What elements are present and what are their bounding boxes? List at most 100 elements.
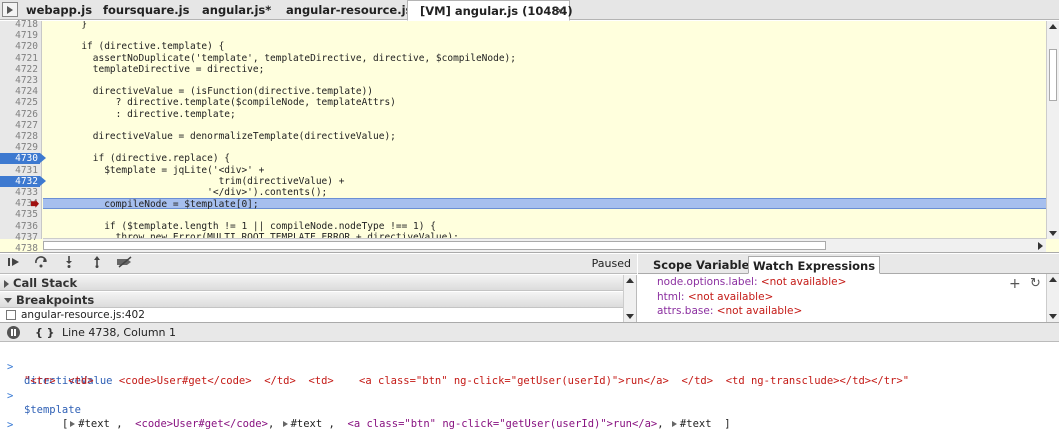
code-line: templateDirective = directive; <box>47 63 265 75</box>
code-line: assertNoDuplicate('template', templateDi… <box>47 52 516 64</box>
line-number[interactable]: 4720 <box>0 41 38 52</box>
line-number[interactable]: 4728 <box>0 131 38 142</box>
expand-arrow-icon[interactable] <box>70 421 76 427</box>
scroll-thumb[interactable] <box>1049 49 1057 101</box>
line-number[interactable]: 4721 <box>0 53 38 64</box>
code-line: if (directive.template) { <box>47 41 225 53</box>
breakpoint-line-number[interactable]: 4730 <box>0 153 46 165</box>
pretty-print-icon[interactable]: { } <box>35 326 55 339</box>
scroll-down-icon[interactable] <box>626 314 634 319</box>
watch-item[interactable]: attrs.base: <not available> <box>657 305 802 318</box>
console[interactable]: > directiveValue "<tr> <td> <code>User#g… <box>0 343 1059 429</box>
line-number[interactable]: 4725 <box>0 97 38 108</box>
code-line: ? directive.template($compileNode, templ… <box>47 97 396 109</box>
scroll-up-icon[interactable] <box>1049 277 1057 282</box>
line-number[interactable]: 4726 <box>0 109 38 120</box>
tab-foursquare[interactable]: foursquare.js <box>103 0 189 20</box>
line-number[interactable]: 4729 <box>0 142 38 153</box>
sidebar-right: Scope Variables Watch Expressions + ↻ no… <box>638 254 1059 322</box>
scroll-thumb[interactable] <box>43 241 826 250</box>
code-line: } <box>47 21 88 30</box>
deactivate-breakpoints-button[interactable] <box>114 256 136 272</box>
line-number[interactable]: 4737 <box>0 232 38 243</box>
breakpoint-line-number[interactable]: 4732 <box>0 175 46 187</box>
code-line: : directive.template; <box>47 108 236 120</box>
tab-vm-angular[interactable]: [VM] angular.js (10484) ✕ <box>407 0 573 21</box>
tab-angular-resource[interactable]: angular-resource.js <box>286 0 412 20</box>
add-watch-icon[interactable]: + <box>1009 276 1021 292</box>
expand-arrow-icon[interactable] <box>671 421 677 427</box>
refresh-icon[interactable]: ↻ <box>1030 276 1041 291</box>
status-bar: { } Line 4738, Column 1 <box>0 322 1059 342</box>
line-number[interactable]: 4723 <box>0 75 38 86</box>
code-line: '</div>').contents(); <box>47 187 328 198</box>
cursor-position: Line 4738, Column 1 <box>62 326 177 339</box>
line-number[interactable]: 4736 <box>0 221 38 232</box>
sidebar-left: Call Stack Breakpoints angular-resource.… <box>0 275 637 322</box>
step-out-icon <box>94 256 100 268</box>
tab-bar: webapp.js foursquare.js angular.js* angu… <box>0 0 1059 21</box>
left-pane-scrollbar[interactable] <box>623 275 636 322</box>
console-input-row: > $template <box>7 390 81 416</box>
breakpoints-header[interactable]: Breakpoints <box>0 292 623 308</box>
collapse-arrow-icon <box>4 298 12 303</box>
prompt-icon: > <box>7 419 14 429</box>
editor-vertical-scrollbar[interactable] <box>1046 21 1059 239</box>
call-stack-header[interactable]: Call Stack <box>0 275 623 291</box>
code-line: $template = jqLite('<div>' + <box>47 164 265 176</box>
tab-watch-expressions[interactable]: Watch Expressions <box>748 256 881 274</box>
current-code-line: compileNode = $template[0]; <box>43 198 1046 210</box>
step-out-button[interactable] <box>86 256 108 272</box>
line-number[interactable]: 4731 <box>0 165 38 176</box>
breakpoint-item[interactable]: angular-resource.js:402 <box>6 309 145 321</box>
line-number[interactable]: 4727 <box>0 120 38 131</box>
expand-arrow-icon[interactable] <box>282 421 288 427</box>
line-number[interactable]: 4719 <box>0 30 38 41</box>
console-input-row: > directiveValue <box>7 361 113 387</box>
line-number[interactable]: 4738 <box>0 243 38 254</box>
step-into-icon <box>66 256 72 268</box>
code-editor[interactable]: 4718 4719 4720 4721 4722 4723 4724 4725 4726 4727… <box>0 19 1059 254</box>
scroll-down-icon[interactable] <box>1049 314 1057 319</box>
tab-angular[interactable]: angular.js* <box>202 0 271 20</box>
tab-webapp[interactable]: webapp.js <box>26 0 92 20</box>
close-icon[interactable]: ✕ <box>555 1 565 21</box>
code-line: directiveValue = (isFunction(directive.t… <box>47 86 374 98</box>
step-into-button[interactable] <box>58 256 80 272</box>
expand-arrow-icon <box>4 279 9 288</box>
line-number[interactable]: 4722 <box>0 64 38 75</box>
code-line: if (directive.replace) { <box>47 153 231 165</box>
line-gutter[interactable]: 4718 4719 4720 4721 4722 4723 4724 4725 4726 4727… <box>0 19 46 254</box>
code-line: trim(directiveValue) + <box>47 175 345 187</box>
toggle-sources-icon[interactable] <box>2 2 18 17</box>
code-area[interactable]: } if (directive.template) { assertNoDupl… <box>43 21 1046 239</box>
scroll-up-icon[interactable] <box>626 278 634 283</box>
line-number[interactable]: 4733 <box>0 187 38 198</box>
editor-horizontal-scrollbar[interactable] <box>43 238 1046 252</box>
resume-button[interactable] <box>3 256 25 272</box>
console-output-row: "<tr> <td> <code>User#get</code> </td> <… <box>24 375 910 387</box>
paused-status: Paused <box>591 257 631 270</box>
console-output-row: [#text , <code>User#get</code>, #text , … <box>61 418 731 429</box>
right-pane-scrollbar[interactable] <box>1046 274 1059 322</box>
watch-item[interactable]: html: <not available> <box>657 291 773 304</box>
step-over-icon <box>35 256 47 268</box>
breakpoint-toggle-icon <box>117 256 132 268</box>
pause-on-exceptions-icon[interactable] <box>7 326 20 339</box>
code-line: directiveValue = denormalizeTemplate(dir… <box>47 131 396 142</box>
line-number[interactable]: 4724 <box>0 86 38 97</box>
step-over-button[interactable] <box>30 256 52 272</box>
watch-item[interactable]: node.options.label: <not available> <box>657 276 846 289</box>
scroll-down-icon[interactable] <box>1049 231 1057 236</box>
line-number[interactable]: 4735 <box>0 209 38 220</box>
scroll-up-icon[interactable] <box>1049 24 1057 29</box>
console-prompt-row[interactable]: > <box>0 404 1059 429</box>
breakpoint-checkbox[interactable] <box>6 310 16 320</box>
scroll-right-icon[interactable] <box>1038 242 1043 250</box>
tab-scope-variables[interactable]: Scope Variables <box>649 256 760 274</box>
line-number[interactable]: 4718 <box>0 19 38 30</box>
